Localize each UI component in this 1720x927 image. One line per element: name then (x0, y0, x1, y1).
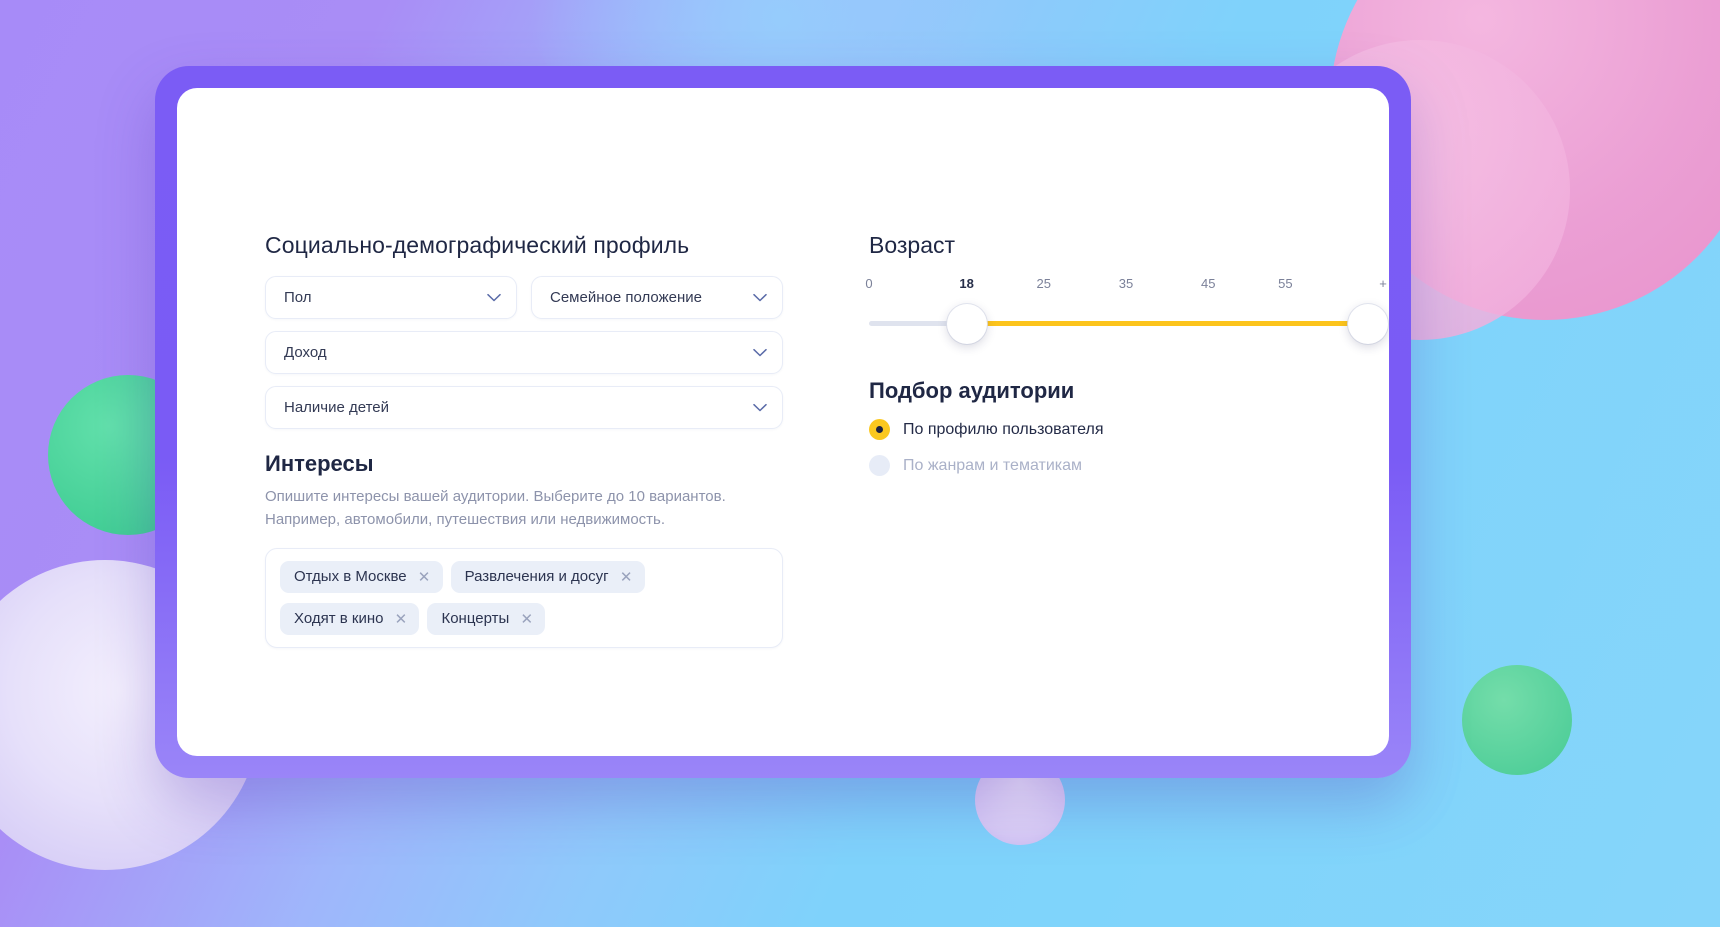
select-row-1: Пол Семейное положение (265, 276, 783, 319)
age-slider-handle-min[interactable] (946, 304, 987, 344)
age-tick-plus: + (1379, 276, 1387, 291)
radio-option-by-profile[interactable]: По профилю пользователя (869, 419, 1389, 440)
form-content: Социально-демографический профиль Пол Се… (265, 232, 1388, 648)
age-slider-track-area[interactable] (869, 302, 1388, 348)
select-marital-status-label: Семейное положение (550, 289, 702, 306)
select-children-label: Наличие детей (284, 399, 390, 416)
age-range-slider[interactable]: 0 18 25 35 45 55 + (865, 276, 1388, 348)
device-frame: Социально-демографический профиль Пол Се… (155, 66, 1411, 778)
interests-hint-line-1: Опишите интересы вашей аудитории. Выбери… (265, 488, 726, 505)
interests-hint: Опишите интересы вашей аудитории. Выбери… (265, 485, 765, 532)
chip-label: Развлечения и досуг (464, 568, 609, 585)
radio-option-label: По профилю пользователя (903, 420, 1104, 438)
age-tick-55: 55 (1278, 276, 1293, 291)
radio-option-label: По жанрам и тематикам (903, 456, 1083, 474)
select-income[interactable]: Доход (265, 331, 783, 374)
select-gender[interactable]: Пол (265, 276, 517, 319)
age-tick-25: 25 (1036, 276, 1051, 291)
age-tick-45: 45 (1201, 276, 1216, 291)
chip-interest[interactable]: Отдых в Москве ✕ (280, 560, 443, 593)
chip-interest[interactable]: Ходят в кино ✕ (280, 602, 420, 635)
age-title: Возраст (869, 232, 956, 258)
select-row-2: Доход (265, 331, 783, 374)
audience-selection-title: Подбор аудитории (869, 378, 1075, 403)
radio-selected-icon[interactable] (869, 419, 890, 440)
chip-label: Ходят в кино (294, 610, 384, 627)
select-children[interactable]: Наличие детей (265, 386, 783, 429)
chevron-down-icon (753, 348, 767, 357)
close-icon[interactable]: ✕ (620, 569, 633, 586)
select-income-label: Доход (284, 344, 327, 361)
chevron-down-icon (753, 403, 767, 412)
select-row-3: Наличие детей (265, 386, 783, 429)
age-and-audience-panel: Возраст 0 18 25 35 45 55 + Подбор аудито… (865, 232, 1389, 648)
radio-unselected-icon[interactable] (869, 455, 890, 476)
chip-label: Отдых в Москве (294, 568, 407, 585)
chip-label: Концерты (441, 610, 510, 627)
interests-chips-field[interactable]: Отдых в Москве ✕ Развлечения и досуг ✕ Х… (265, 547, 783, 648)
age-tick-0: 0 (865, 276, 873, 291)
age-slider-handle-max[interactable] (1347, 304, 1388, 344)
chip-interest[interactable]: Концерты ✕ (427, 602, 546, 635)
screen-surface: Социально-демографический профиль Пол Се… (177, 88, 1389, 756)
close-icon[interactable]: ✕ (394, 611, 408, 628)
select-marital-status[interactable]: Семейное положение (531, 276, 783, 319)
green-circle-blob-right (1462, 665, 1572, 775)
page-title: Социально-демографический профиль (265, 232, 690, 258)
age-tick-35: 35 (1118, 276, 1134, 291)
close-icon[interactable]: ✕ (520, 611, 533, 628)
decorative-background: Социально-демографический профиль Пол Се… (0, 0, 1720, 927)
close-icon[interactable]: ✕ (418, 569, 431, 586)
age-tick-labels: 0 18 25 35 45 55 + (865, 276, 1386, 296)
chevron-down-icon (753, 293, 767, 302)
age-slider-selected-range (966, 321, 1368, 326)
select-gender-label: Пол (284, 289, 312, 306)
chevron-down-icon (487, 293, 501, 302)
radio-option-by-genre[interactable]: По жанрам и тематикам (869, 455, 1389, 476)
interests-hint-line-2: Например, автомобили, путешествия или не… (265, 511, 666, 529)
socio-demographic-panel: Социально-демографический профиль Пол Се… (265, 232, 783, 648)
age-tick-18: 18 (959, 276, 974, 291)
chip-interest[interactable]: Развлечения и досуг ✕ (450, 560, 645, 593)
interests-title: Интересы (265, 451, 374, 476)
